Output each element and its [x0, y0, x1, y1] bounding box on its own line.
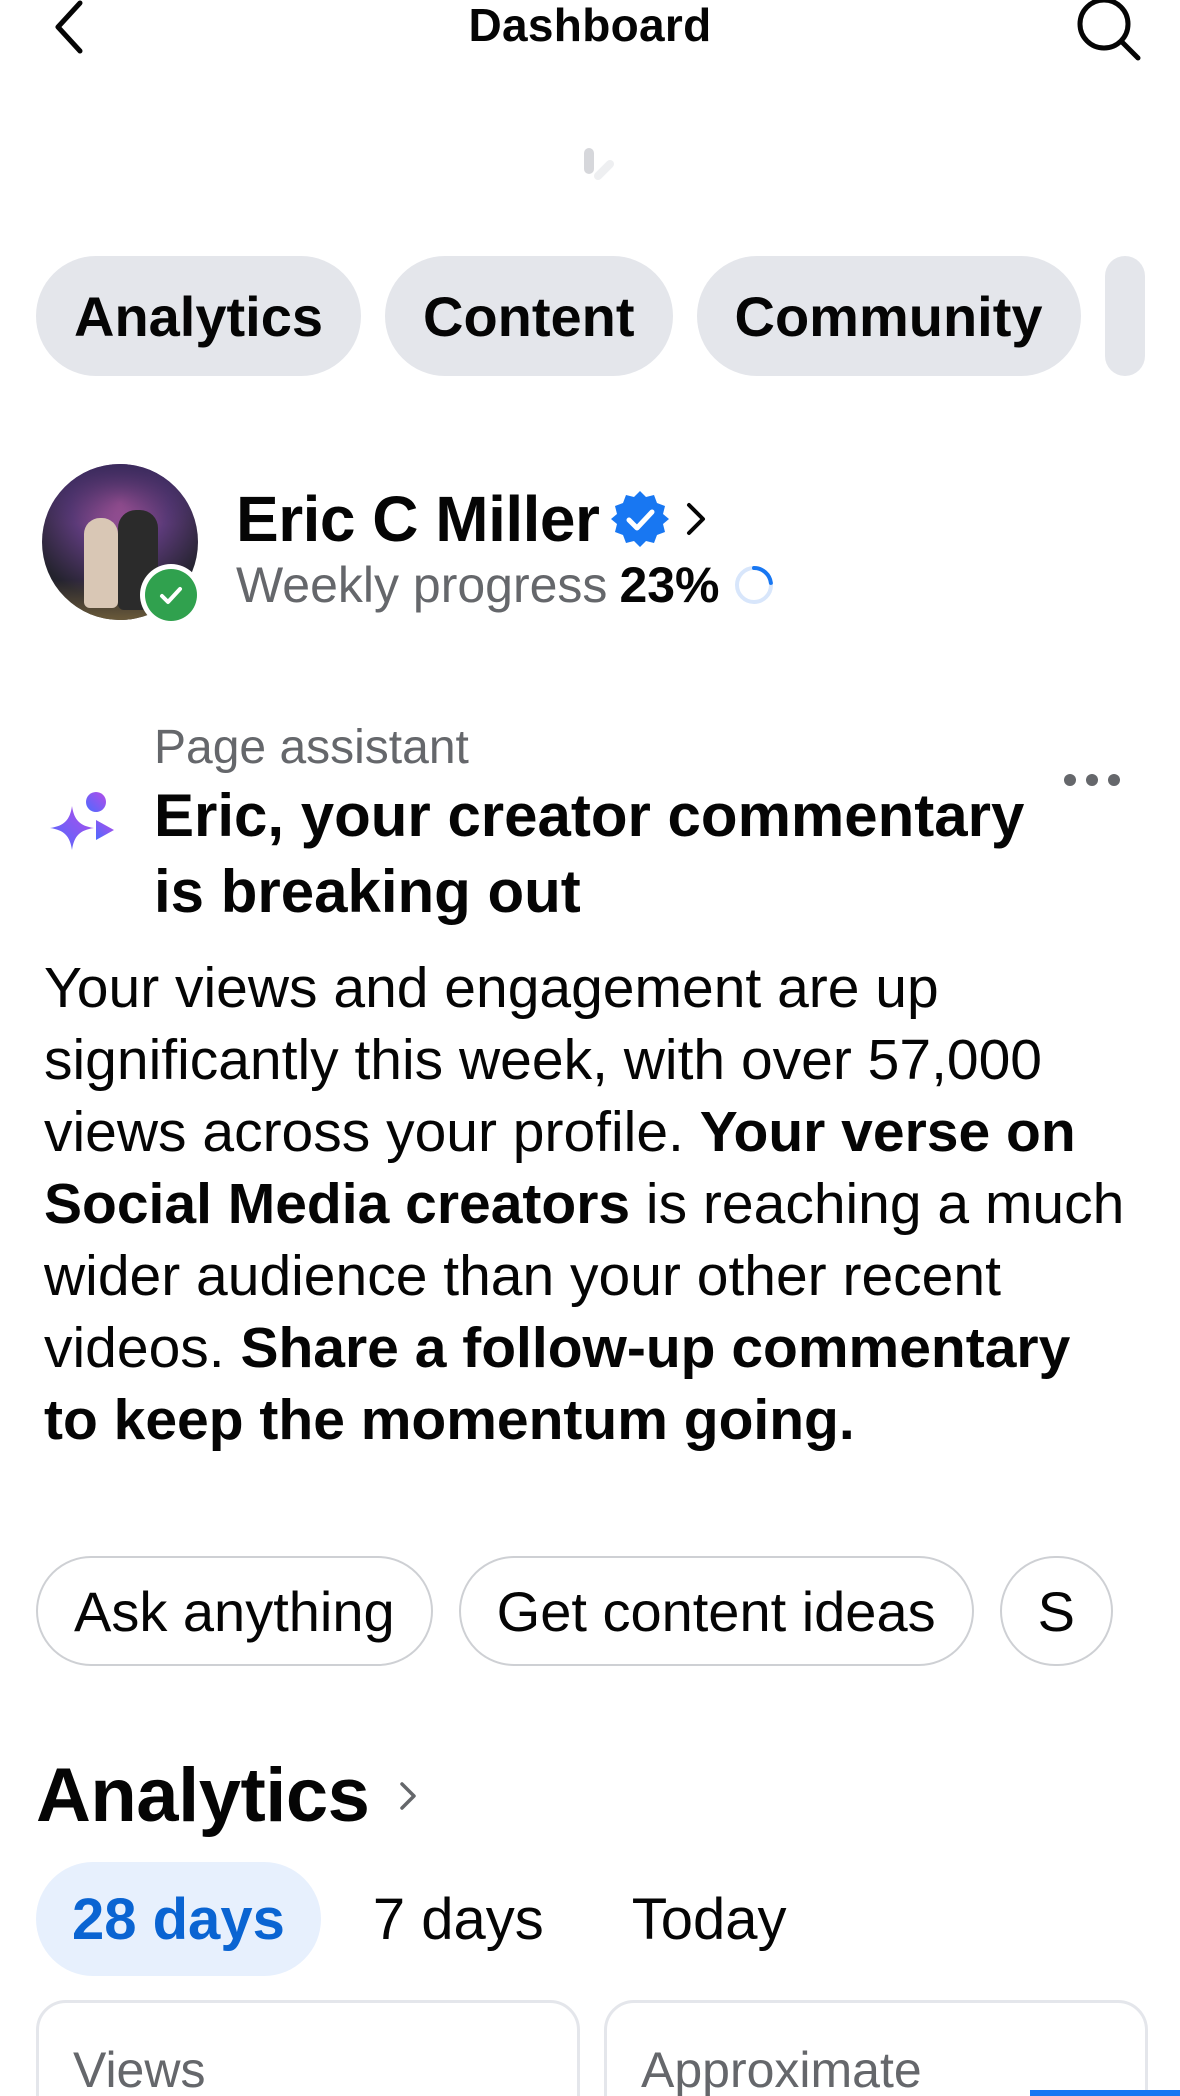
profile-header[interactable]: Eric C Miller Weekly progress 23%: [40, 462, 1140, 626]
chevron-right-icon[interactable]: [681, 497, 711, 541]
approximate-label: Approximate: [641, 2042, 922, 2096]
views-card[interactable]: Views: [36, 2000, 580, 2096]
dashboard-page: Dashboard Analytics Content Community Er…: [0, 0, 1180, 2096]
scroll-indicator: [1030, 2090, 1180, 2096]
chevron-right-icon: [400, 1781, 417, 1810]
range-tab-today[interactable]: Today: [596, 1862, 823, 1976]
analytics-header[interactable]: Analytics: [36, 1752, 419, 1839]
suggestion-partial[interactable]: S: [999, 1556, 1113, 1666]
range-tab-28-days[interactable]: 28 days: [36, 1862, 321, 1976]
date-range-tabs: 28 days 7 days Today: [36, 1862, 823, 1976]
views-label: Views: [73, 2042, 206, 2096]
analytics-cards: Views Approximate: [36, 2000, 1148, 2096]
suggestion-get-content-ideas[interactable]: Get content ideas: [458, 1556, 974, 1666]
verified-badge-icon: [611, 491, 670, 547]
analytics-title: Analytics: [36, 1753, 370, 1838]
tab-community[interactable]: Community: [696, 256, 1081, 376]
progress-ring-icon: [734, 566, 773, 604]
progress-label: Weekly progress: [236, 557, 608, 613]
search-button[interactable]: [1068, 0, 1148, 70]
range-tab-7-days[interactable]: 7 days: [337, 1862, 580, 1976]
checkmark-icon: [160, 587, 182, 604]
assistant-body: Your views and engagement are up signifi…: [44, 956, 1125, 1452]
top-bar: Dashboard: [0, 0, 1180, 70]
suggestion-chips: Ask anything Get content ideas S: [36, 1556, 1144, 1666]
suggestion-ask-anything[interactable]: Ask anything: [36, 1556, 433, 1666]
tab-content[interactable]: Content: [385, 256, 673, 376]
page-title: Dashboard: [468, 0, 712, 51]
dashboard-tabs: Analytics Content Community: [36, 256, 1180, 376]
assistant-label: Page assistant: [154, 721, 469, 774]
loading-spinner-icon: [584, 148, 614, 180]
online-status-badge: [140, 564, 202, 626]
profile-name[interactable]: Eric C Miller: [236, 482, 600, 556]
approximate-card[interactable]: Approximate: [604, 2000, 1148, 2096]
progress-value: 23%: [619, 557, 720, 613]
weekly-progress: Weekly progress 23%: [236, 556, 776, 614]
ai-sparkle-icon: [50, 792, 114, 850]
search-icon: [1077, 0, 1141, 61]
tab-more-partial[interactable]: [1104, 256, 1145, 376]
tab-analytics[interactable]: Analytics: [36, 256, 361, 376]
assistant-headline: Eric, your creator commentary is breakin…: [154, 782, 1025, 925]
